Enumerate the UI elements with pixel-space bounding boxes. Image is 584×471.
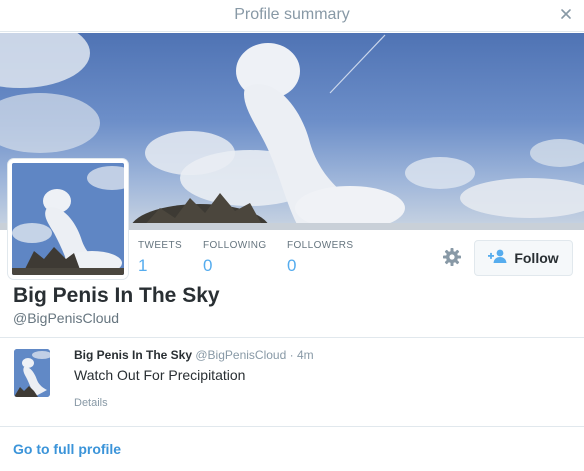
tweet-header: Big Penis In The Sky @BigPenisCloud · 4m [74, 348, 314, 362]
tweet-item[interactable]: Big Penis In The Sky @BigPenisCloud · 4m… [0, 338, 584, 426]
full-profile-link[interactable]: Go to full profile [13, 441, 121, 457]
divider [0, 426, 584, 427]
stat-value: 1 [138, 256, 148, 275]
tweet-timestamp[interactable]: · 4m [290, 348, 314, 362]
follow-label: Follow [514, 250, 559, 266]
stat-label: FOLLOWERS [287, 240, 354, 251]
profile-avatar[interactable] [8, 159, 128, 279]
follow-button[interactable]: Follow [474, 240, 573, 276]
stat-followers[interactable]: FOLLOWERS 0 [287, 240, 353, 276]
tweet-text: Watch Out For Precipitation [74, 367, 246, 383]
profile-handle: @BigPenisCloud [13, 310, 120, 326]
stat-value: 0 [287, 256, 297, 275]
tweet-details-link[interactable]: Details [74, 397, 108, 409]
add-user-icon [488, 249, 508, 268]
modal-header: Profile summary [0, 0, 584, 32]
stat-label: TWEETS [138, 240, 183, 251]
profile-name[interactable]: Big Penis In The Sky [13, 284, 220, 308]
stat-tweets[interactable]: TWEETS 1 [138, 240, 182, 276]
tweet-author-name[interactable]: Big Penis In The Sky [74, 348, 192, 362]
tweet-avatar[interactable] [14, 349, 50, 397]
gear-icon[interactable] [442, 247, 462, 267]
modal-title: Profile summary [234, 6, 350, 23]
stat-label: FOLLOWING [203, 240, 267, 251]
stat-following[interactable]: FOLLOWING 0 [203, 240, 267, 276]
stat-value: 0 [203, 256, 213, 275]
tweet-author-handle[interactable]: @BigPenisCloud [195, 348, 286, 362]
close-icon[interactable] [558, 6, 574, 22]
